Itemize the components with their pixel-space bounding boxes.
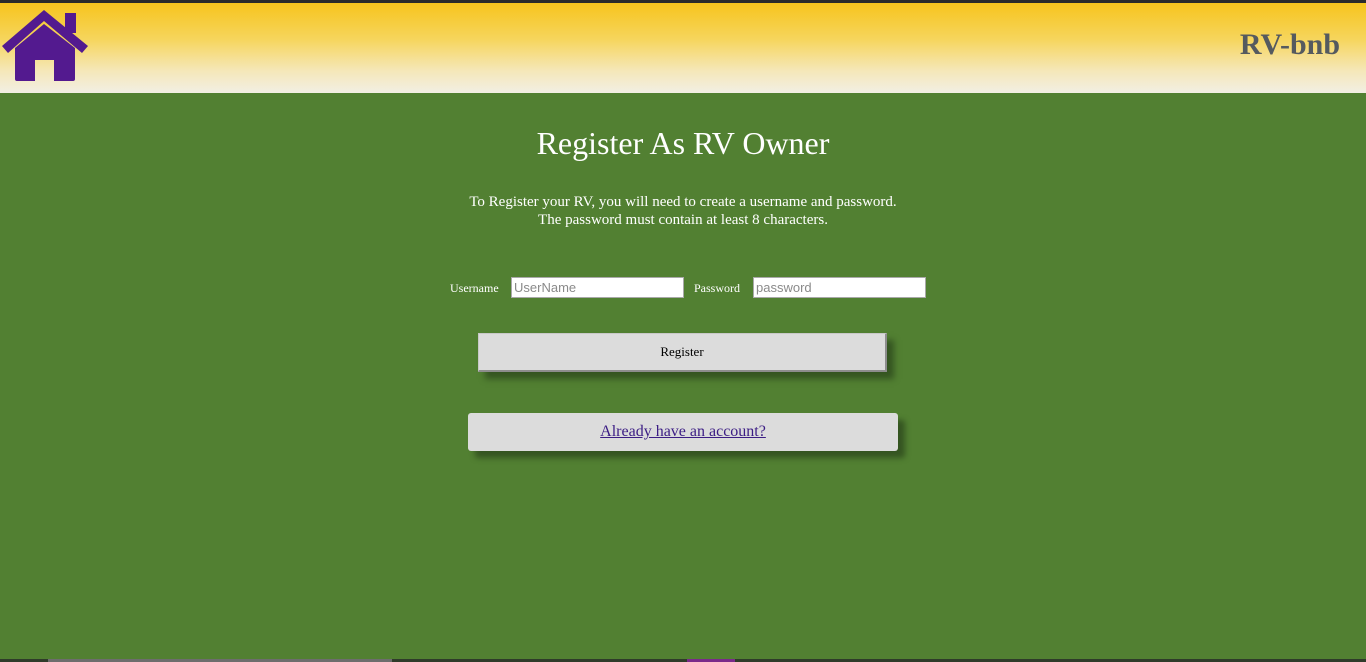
header: RV-bnb <box>0 3 1366 93</box>
password-input[interactable] <box>753 277 926 298</box>
instructions-line-2: The password must contain at least 8 cha… <box>538 212 828 228</box>
login-link-box[interactable]: Already have an account? <box>468 413 898 451</box>
home-link[interactable] <box>0 6 92 82</box>
password-label: Password <box>694 281 741 295</box>
page-title: Register As RV Owner <box>536 125 830 161</box>
house-icon[interactable] <box>0 6 92 82</box>
username-label: Username <box>450 281 499 295</box>
register-button[interactable]: Register <box>478 333 887 372</box>
instructions-line-1: To Register your RV, you will need to cr… <box>469 194 897 210</box>
register-form: Username Password <box>0 277 1366 299</box>
already-have-account-link[interactable]: Already have an account? <box>600 423 766 440</box>
page: RV-bnb Register As RV Owner To Register … <box>0 0 1366 662</box>
brand-title: RV-bnb <box>1239 28 1340 61</box>
username-input[interactable] <box>511 277 684 298</box>
instructions: To Register your RV, you will need to cr… <box>0 193 1366 229</box>
